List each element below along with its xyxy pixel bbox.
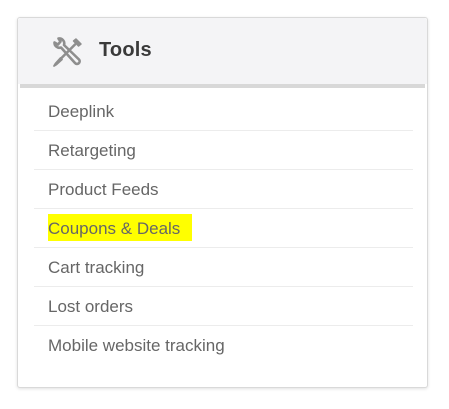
menu-item-label: Cart tracking — [48, 258, 145, 277]
menu-item-mobile-website-tracking[interactable]: Mobile website tracking — [34, 326, 413, 365]
menu-item-retargeting[interactable]: Retargeting — [34, 131, 413, 170]
menu-item-label: Retargeting — [48, 141, 136, 160]
menu-item-label-highlighted: Coupons & Deals — [48, 214, 193, 241]
tools-menu: Deeplink Retargeting Product Feeds Coupo… — [34, 92, 413, 365]
menu-item-deeplink[interactable]: Deeplink — [34, 92, 413, 131]
menu-item-lost-orders[interactable]: Lost orders — [34, 287, 413, 326]
menu-item-label: Lost orders — [48, 297, 134, 316]
tools-panel: Tools Deeplink Retargeting Product Feeds… — [17, 17, 428, 388]
panel-header: Tools — [18, 18, 427, 84]
menu-item-label: Product Feeds — [48, 180, 159, 199]
panel-title: Tools — [99, 39, 152, 61]
header-divider — [20, 84, 425, 88]
menu-item-cart-tracking[interactable]: Cart tracking — [34, 248, 413, 287]
menu-item-label: Deeplink — [48, 102, 115, 121]
menu-item-coupons-deals[interactable]: Coupons & Deals — [34, 209, 413, 248]
menu-item-label: Mobile website tracking — [48, 336, 225, 355]
menu-item-product-feeds[interactable]: Product Feeds — [34, 170, 413, 209]
wrench-screwdriver-icon — [53, 37, 82, 67]
